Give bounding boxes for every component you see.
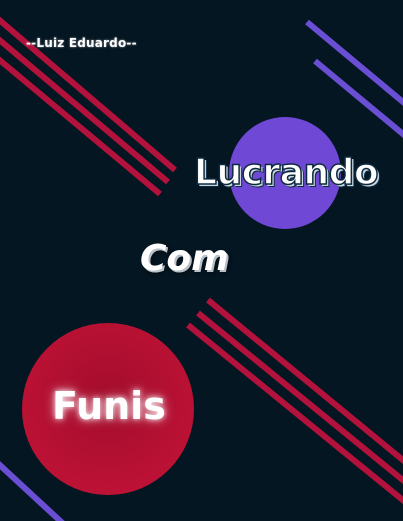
red-stripe [196, 310, 403, 485]
red-stripe [206, 297, 403, 465]
author-name: --Luiz Eduardo-- [26, 36, 137, 50]
red-stripes-bottom-right [186, 297, 403, 505]
title-word-funis: Funis [52, 384, 166, 428]
title-word-com: Com [140, 238, 229, 279]
purple-stripes-top-right [305, 19, 403, 138]
red-stripe [0, 56, 162, 197]
purple-stripe [313, 58, 403, 138]
red-stripe [0, 36, 170, 185]
title-word-lucrando: Lucrando [193, 151, 379, 194]
red-stripe [186, 322, 403, 505]
book-cover: --Luiz Eduardo-- Lucrando Com Funis [0, 0, 403, 521]
